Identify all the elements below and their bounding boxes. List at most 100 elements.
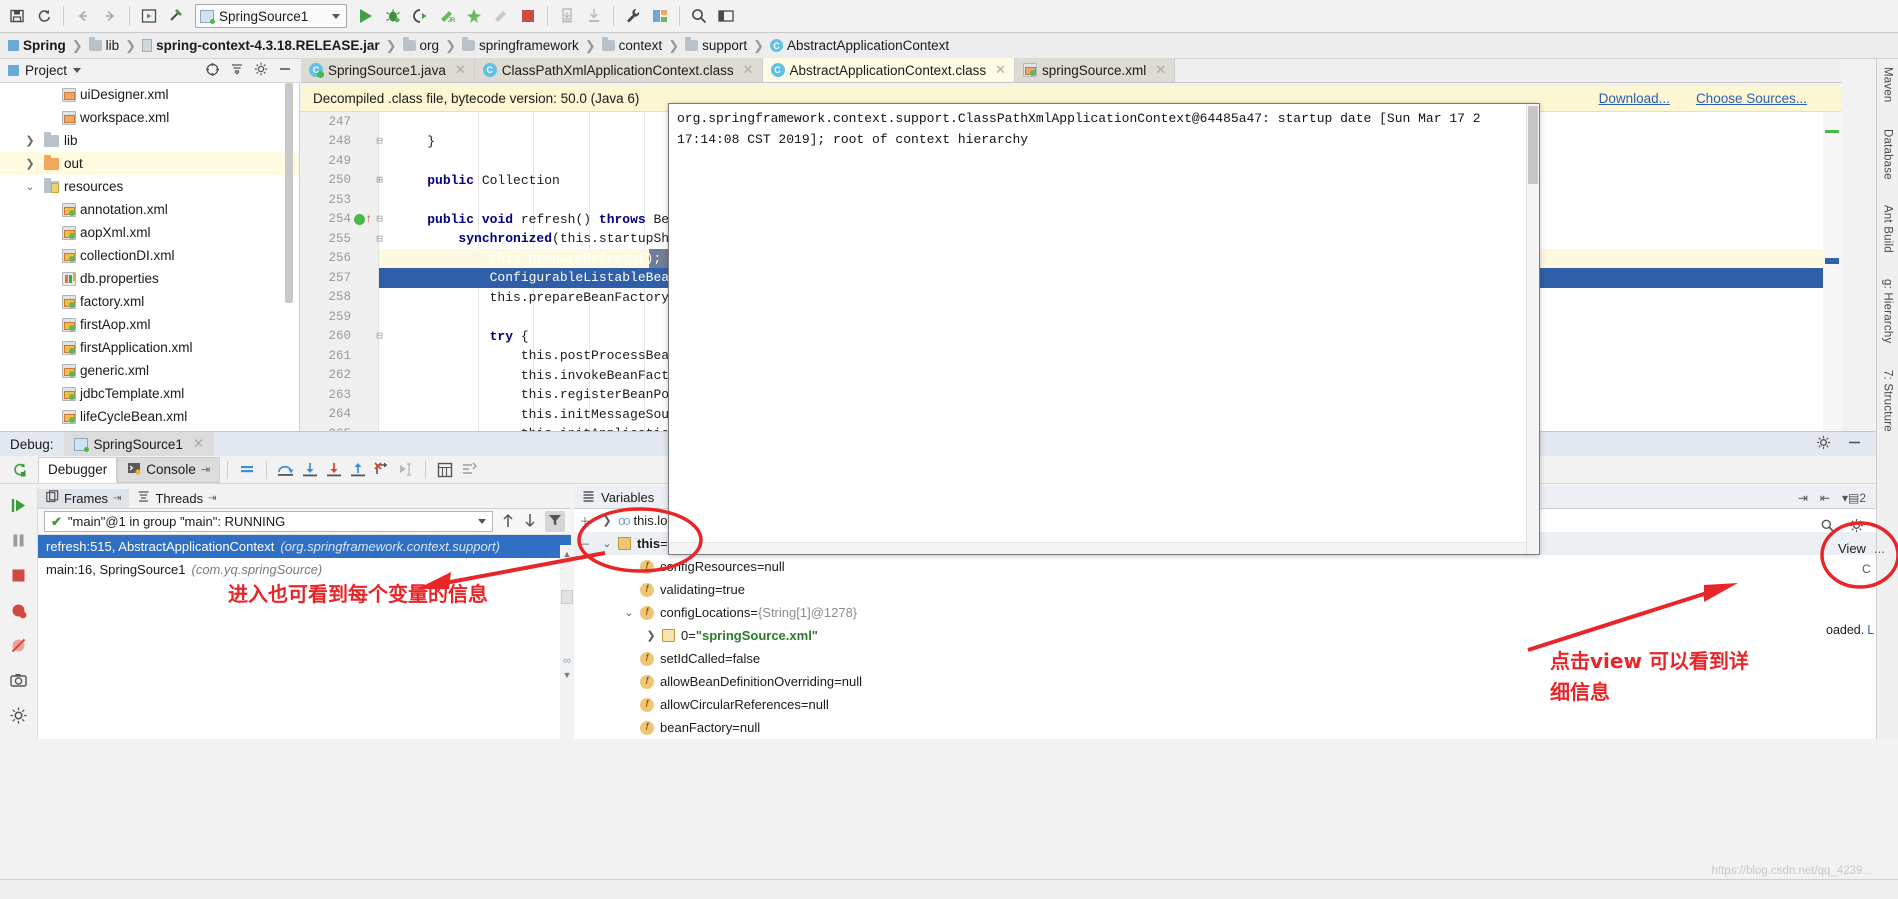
tab-frames[interactable]: Frames ⇥	[38, 489, 130, 508]
project-tree[interactable]: uiDesigner.xml workspace.xml ❯ lib ❯ out…	[0, 83, 300, 431]
chevron-down-icon[interactable]	[73, 68, 82, 73]
breadcrumb-item-support[interactable]: support	[683, 37, 749, 53]
choose-sources-link[interactable]: Choose Sources...	[1696, 91, 1807, 106]
close-icon[interactable]: ✕	[995, 62, 1006, 78]
step-over-icon[interactable]	[274, 458, 298, 482]
breadcrumb-item-context[interactable]: context	[600, 37, 665, 53]
chevron-down-icon[interactable]: ⌄	[618, 606, 640, 619]
build-hammer-icon[interactable]	[163, 3, 189, 29]
tool-window-database[interactable]: Database	[1882, 129, 1894, 180]
tree-item-lib[interactable]: ❯ lib	[0, 129, 299, 152]
variable-row-array-0[interactable]: ❯ 0 = "springSource.xml"	[574, 624, 1876, 647]
mute-breakpoints-icon[interactable]	[235, 458, 259, 482]
tree-item-workspace[interactable]: workspace.xml	[0, 106, 299, 129]
search-variables-icon[interactable]	[1820, 518, 1835, 536]
update-app-icon[interactable]	[554, 3, 580, 29]
filter-icon[interactable]	[545, 511, 565, 532]
save-all-icon[interactable]	[4, 3, 30, 29]
tool-window-structure[interactable]: 7: Structure	[1882, 370, 1894, 432]
more-ellipsis[interactable]: ...	[1874, 541, 1885, 556]
attach-debugger-icon[interactable]	[407, 3, 433, 29]
forward-icon[interactable]	[97, 3, 123, 29]
tree-item-collectiondi-xml[interactable]: collectionDI.xml	[0, 244, 299, 267]
close-icon[interactable]: ✕	[455, 62, 466, 78]
frame-row[interactable]: main:16, SpringSource1 (com.yq.springSou…	[38, 558, 571, 581]
chevron-right-icon[interactable]: ❯	[596, 514, 618, 527]
project-panel-title[interactable]: Project	[25, 63, 67, 78]
breadcrumb-item-org[interactable]: org	[401, 37, 442, 53]
tab-threads[interactable]: Threads ⇥	[129, 489, 224, 508]
run-coverage-icon[interactable]: JR	[434, 3, 460, 29]
tab-console[interactable]: Console ⇥	[117, 456, 221, 483]
move-up-icon[interactable]	[501, 513, 515, 531]
layout-icon[interactable]: ▾▤2	[1842, 491, 1866, 505]
value-popup[interactable]: org.springframework.context.support.Clas…	[668, 103, 1540, 555]
breadcrumb-item-springframework[interactable]: springframework	[460, 37, 581, 53]
run-anything-icon[interactable]	[136, 3, 162, 29]
view-breakpoints-icon[interactable]	[7, 598, 31, 622]
breadcrumb-item-lib[interactable]: lib	[87, 37, 122, 53]
download-icon[interactable]	[581, 3, 607, 29]
back-icon[interactable]	[70, 3, 96, 29]
stop-program-icon[interactable]	[7, 563, 31, 587]
breadcrumb-item-jar[interactable]: spring-context-4.3.18.RELEASE.jar	[140, 38, 382, 53]
fold-collapse-icon[interactable]: ⊟	[373, 134, 386, 148]
chevron-right-icon[interactable]: ❯	[640, 629, 662, 642]
close-icon[interactable]: ✕	[1155, 62, 1166, 78]
profiler-icon[interactable]	[461, 3, 487, 29]
stop-button[interactable]	[515, 3, 541, 29]
project-structure-icon[interactable]	[647, 3, 673, 29]
variables-scrollbar[interactable]: ▲ ▼ ∞	[560, 545, 574, 740]
tab-abstractapplicationcontext-class[interactable]: C AbstractApplicationContext.class ✕	[762, 58, 1015, 82]
variable-row-configlocations[interactable]: ⌄ f configLocations = {String[1]@1278}	[574, 601, 1876, 624]
thread-selector[interactable]: ✔ "main"@1 in group "main": RUNNING	[44, 511, 493, 532]
tab-springsource-xml[interactable]: springSource.xml ✕	[1015, 58, 1176, 82]
chevron-down-icon[interactable]: ⌄	[596, 537, 618, 550]
search-icon[interactable]	[686, 3, 712, 29]
tree-item-annotation-xml[interactable]: annotation.xml	[0, 198, 299, 221]
hide-panel-icon[interactable]	[278, 62, 292, 79]
variable-row-beanfactory[interactable]: f beanFactory = null	[574, 716, 1876, 739]
gear-icon[interactable]	[1816, 435, 1831, 453]
sync-icon[interactable]	[31, 3, 57, 29]
restore-layout-icon[interactable]	[457, 458, 481, 482]
tab-debugger[interactable]: Debugger	[38, 456, 118, 483]
fold-collapse-icon[interactable]: ⊟	[373, 329, 386, 343]
close-icon[interactable]: ✕	[193, 436, 204, 452]
hide-panel-icon[interactable]	[1847, 435, 1862, 453]
project-tree-scrollbar[interactable]	[285, 83, 293, 303]
chevron-down-icon[interactable]	[478, 519, 486, 524]
variable-row-validating[interactable]: f validating = true	[574, 578, 1876, 601]
download-sources-link[interactable]: Download...	[1599, 91, 1670, 106]
fold-expand-icon[interactable]: ⊞	[373, 173, 386, 187]
evaluate-expression-icon[interactable]	[433, 458, 457, 482]
tab-classpathxmlapplicationcontext-class[interactable]: C ClassPathXmlApplicationContext.class ✕	[474, 58, 763, 82]
tree-item-aopxml-xml[interactable]: aopXml.xml	[0, 221, 299, 244]
frame-row[interactable]: refresh:515, AbstractApplicationContext …	[38, 535, 571, 558]
scroll-down-icon[interactable]: ▼	[560, 670, 574, 680]
screenshot-icon[interactable]	[7, 668, 31, 692]
variable-row-allowbeandefinitionoverriding[interactable]: f allowBeanDefinitionOverriding = null	[574, 670, 1876, 693]
minus-icon[interactable]: －	[574, 536, 596, 552]
tree-item-lifecyclebean-xml[interactable]: lifeCycleBean.xml	[0, 405, 299, 428]
tool-window-ant-build[interactable]: Ant Build	[1882, 205, 1894, 253]
plus-icon[interactable]: ＋	[574, 513, 596, 529]
tree-item-firstapplication-xml[interactable]: firstApplication.xml	[0, 336, 299, 359]
resume-program-icon[interactable]	[7, 493, 31, 517]
variable-row-allowcircularreferences[interactable]: f allowCircularReferences = null	[574, 693, 1876, 716]
rerun-debug-button[interactable]	[0, 461, 38, 478]
run-button[interactable]	[353, 3, 379, 29]
move-down-icon[interactable]	[523, 513, 537, 531]
variable-row-setidcalled[interactable]: f setIdCalled = false	[574, 647, 1876, 670]
fold-collapse-icon[interactable]: ⊟	[373, 212, 386, 226]
breakpoint-icon[interactable]	[354, 213, 365, 225]
fold-collapse-icon[interactable]: ⊟	[373, 232, 386, 246]
debug-session-tab[interactable]: SpringSource1 ✕	[63, 431, 215, 457]
tab-springsource1-java[interactable]: C SpringSource1.java ✕	[301, 58, 475, 82]
editor-marker-strip[interactable]	[1823, 112, 1841, 431]
tool-window-maven[interactable]: Maven	[1882, 67, 1894, 103]
collapse-all-icon[interactable]	[230, 62, 244, 79]
tool-windows-icon[interactable]	[713, 3, 739, 29]
tree-item-generic-xml[interactable]: generic.xml	[0, 359, 299, 382]
run-dim-icon[interactable]	[488, 3, 514, 29]
